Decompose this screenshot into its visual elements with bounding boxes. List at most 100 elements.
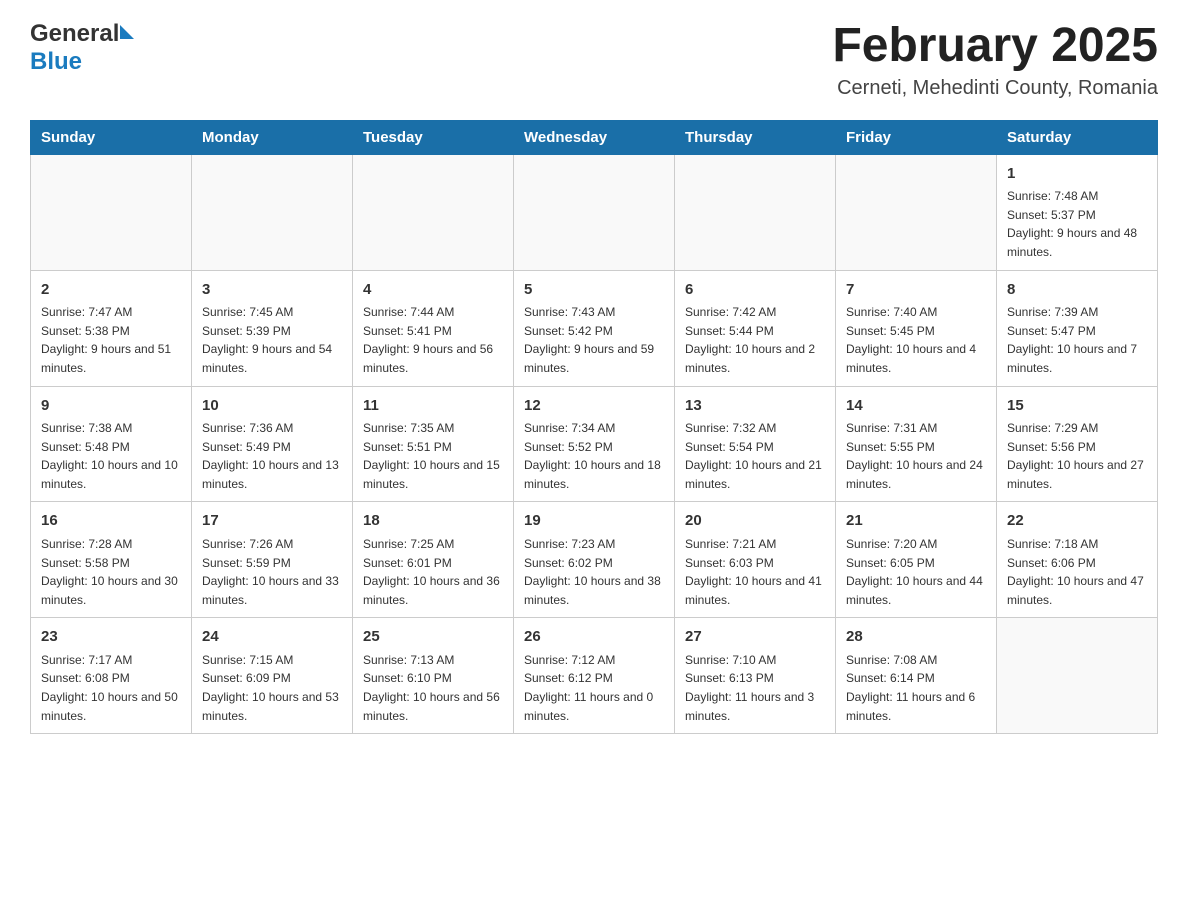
day-number: 28 bbox=[846, 626, 986, 649]
col-header-sunday: Sunday bbox=[31, 120, 192, 154]
day-info: Sunrise: 7:40 AM Sunset: 5:45 PM Dayligh… bbox=[846, 303, 986, 377]
calendar-cell-w5-d3: 25Sunrise: 7:13 AM Sunset: 6:10 PM Dayli… bbox=[353, 618, 514, 734]
day-info: Sunrise: 7:39 AM Sunset: 5:47 PM Dayligh… bbox=[1007, 303, 1147, 377]
calendar-week-3: 9Sunrise: 7:38 AM Sunset: 5:48 PM Daylig… bbox=[31, 386, 1158, 502]
calendar-cell-w3-d1: 9Sunrise: 7:38 AM Sunset: 5:48 PM Daylig… bbox=[31, 386, 192, 502]
day-info: Sunrise: 7:26 AM Sunset: 5:59 PM Dayligh… bbox=[202, 535, 342, 609]
day-info: Sunrise: 7:17 AM Sunset: 6:08 PM Dayligh… bbox=[41, 651, 181, 725]
calendar-cell-w4-d4: 19Sunrise: 7:23 AM Sunset: 6:02 PM Dayli… bbox=[514, 502, 675, 618]
col-header-friday: Friday bbox=[836, 120, 997, 154]
day-info: Sunrise: 7:43 AM Sunset: 5:42 PM Dayligh… bbox=[524, 303, 664, 377]
day-info: Sunrise: 7:35 AM Sunset: 5:51 PM Dayligh… bbox=[363, 419, 503, 493]
day-number: 1 bbox=[1007, 163, 1147, 186]
calendar-cell-w5-d1: 23Sunrise: 7:17 AM Sunset: 6:08 PM Dayli… bbox=[31, 618, 192, 734]
day-number: 18 bbox=[363, 510, 503, 533]
calendar-cell-w2-d1: 2Sunrise: 7:47 AM Sunset: 5:38 PM Daylig… bbox=[31, 270, 192, 386]
logo: General Blue bbox=[30, 20, 134, 76]
calendar-cell-w5-d4: 26Sunrise: 7:12 AM Sunset: 6:12 PM Dayli… bbox=[514, 618, 675, 734]
col-header-saturday: Saturday bbox=[997, 120, 1158, 154]
calendar-cell-w3-d5: 13Sunrise: 7:32 AM Sunset: 5:54 PM Dayli… bbox=[675, 386, 836, 502]
day-number: 11 bbox=[363, 395, 503, 418]
calendar-cell-w1-d1 bbox=[31, 154, 192, 270]
day-number: 27 bbox=[685, 626, 825, 649]
day-info: Sunrise: 7:28 AM Sunset: 5:58 PM Dayligh… bbox=[41, 535, 181, 609]
day-info: Sunrise: 7:21 AM Sunset: 6:03 PM Dayligh… bbox=[685, 535, 825, 609]
day-info: Sunrise: 7:36 AM Sunset: 5:49 PM Dayligh… bbox=[202, 419, 342, 493]
month-title: February 2025 bbox=[832, 20, 1158, 73]
calendar-cell-w2-d6: 7Sunrise: 7:40 AM Sunset: 5:45 PM Daylig… bbox=[836, 270, 997, 386]
day-info: Sunrise: 7:45 AM Sunset: 5:39 PM Dayligh… bbox=[202, 303, 342, 377]
day-number: 23 bbox=[41, 626, 181, 649]
calendar-cell-w2-d7: 8Sunrise: 7:39 AM Sunset: 5:47 PM Daylig… bbox=[997, 270, 1158, 386]
day-number: 25 bbox=[363, 626, 503, 649]
calendar-cell-w3-d7: 15Sunrise: 7:29 AM Sunset: 5:56 PM Dayli… bbox=[997, 386, 1158, 502]
calendar-cell-w2-d4: 5Sunrise: 7:43 AM Sunset: 5:42 PM Daylig… bbox=[514, 270, 675, 386]
day-number: 12 bbox=[524, 395, 664, 418]
calendar-cell-w4-d1: 16Sunrise: 7:28 AM Sunset: 5:58 PM Dayli… bbox=[31, 502, 192, 618]
day-info: Sunrise: 7:47 AM Sunset: 5:38 PM Dayligh… bbox=[41, 303, 181, 377]
day-info: Sunrise: 7:42 AM Sunset: 5:44 PM Dayligh… bbox=[685, 303, 825, 377]
calendar-week-4: 16Sunrise: 7:28 AM Sunset: 5:58 PM Dayli… bbox=[31, 502, 1158, 618]
calendar-cell-w3-d6: 14Sunrise: 7:31 AM Sunset: 5:55 PM Dayli… bbox=[836, 386, 997, 502]
day-number: 15 bbox=[1007, 395, 1147, 418]
calendar-cell-w1-d3 bbox=[353, 154, 514, 270]
day-number: 5 bbox=[524, 279, 664, 302]
day-number: 14 bbox=[846, 395, 986, 418]
day-number: 10 bbox=[202, 395, 342, 418]
day-info: Sunrise: 7:31 AM Sunset: 5:55 PM Dayligh… bbox=[846, 419, 986, 493]
calendar-cell-w2-d5: 6Sunrise: 7:42 AM Sunset: 5:44 PM Daylig… bbox=[675, 270, 836, 386]
col-header-thursday: Thursday bbox=[675, 120, 836, 154]
day-info: Sunrise: 7:08 AM Sunset: 6:14 PM Dayligh… bbox=[846, 651, 986, 725]
day-info: Sunrise: 7:20 AM Sunset: 6:05 PM Dayligh… bbox=[846, 535, 986, 609]
day-number: 26 bbox=[524, 626, 664, 649]
calendar-cell-w4-d5: 20Sunrise: 7:21 AM Sunset: 6:03 PM Dayli… bbox=[675, 502, 836, 618]
day-number: 13 bbox=[685, 395, 825, 418]
day-info: Sunrise: 7:15 AM Sunset: 6:09 PM Dayligh… bbox=[202, 651, 342, 725]
page-header: General Blue February 2025 Cerneti, Mehe… bbox=[30, 20, 1158, 100]
day-number: 9 bbox=[41, 395, 181, 418]
calendar-cell-w5-d5: 27Sunrise: 7:10 AM Sunset: 6:13 PM Dayli… bbox=[675, 618, 836, 734]
day-number: 6 bbox=[685, 279, 825, 302]
day-info: Sunrise: 7:34 AM Sunset: 5:52 PM Dayligh… bbox=[524, 419, 664, 493]
calendar-cell-w1-d4 bbox=[514, 154, 675, 270]
calendar-cell-w2-d2: 3Sunrise: 7:45 AM Sunset: 5:39 PM Daylig… bbox=[192, 270, 353, 386]
day-number: 8 bbox=[1007, 279, 1147, 302]
calendar-cell-w2-d3: 4Sunrise: 7:44 AM Sunset: 5:41 PM Daylig… bbox=[353, 270, 514, 386]
calendar-week-5: 23Sunrise: 7:17 AM Sunset: 6:08 PM Dayli… bbox=[31, 618, 1158, 734]
calendar-cell-w5-d7 bbox=[997, 618, 1158, 734]
day-number: 4 bbox=[363, 279, 503, 302]
day-number: 20 bbox=[685, 510, 825, 533]
col-header-monday: Monday bbox=[192, 120, 353, 154]
calendar-cell-w4-d3: 18Sunrise: 7:25 AM Sunset: 6:01 PM Dayli… bbox=[353, 502, 514, 618]
calendar-cell-w4-d7: 22Sunrise: 7:18 AM Sunset: 6:06 PM Dayli… bbox=[997, 502, 1158, 618]
col-header-wednesday: Wednesday bbox=[514, 120, 675, 154]
day-info: Sunrise: 7:48 AM Sunset: 5:37 PM Dayligh… bbox=[1007, 187, 1147, 261]
calendar-table: Sunday Monday Tuesday Wednesday Thursday… bbox=[30, 120, 1158, 734]
day-number: 19 bbox=[524, 510, 664, 533]
calendar-header-row: Sunday Monday Tuesday Wednesday Thursday… bbox=[31, 120, 1158, 154]
day-number: 7 bbox=[846, 279, 986, 302]
logo-blue-text: Blue bbox=[30, 48, 82, 76]
location-subtitle: Cerneti, Mehedinti County, Romania bbox=[832, 77, 1158, 100]
calendar-cell-w3-d3: 11Sunrise: 7:35 AM Sunset: 5:51 PM Dayli… bbox=[353, 386, 514, 502]
day-number: 2 bbox=[41, 279, 181, 302]
day-info: Sunrise: 7:38 AM Sunset: 5:48 PM Dayligh… bbox=[41, 419, 181, 493]
day-number: 16 bbox=[41, 510, 181, 533]
calendar-cell-w1-d5 bbox=[675, 154, 836, 270]
day-info: Sunrise: 7:18 AM Sunset: 6:06 PM Dayligh… bbox=[1007, 535, 1147, 609]
calendar-cell-w3-d4: 12Sunrise: 7:34 AM Sunset: 5:52 PM Dayli… bbox=[514, 386, 675, 502]
calendar-cell-w4-d6: 21Sunrise: 7:20 AM Sunset: 6:05 PM Dayli… bbox=[836, 502, 997, 618]
day-number: 21 bbox=[846, 510, 986, 533]
day-info: Sunrise: 7:10 AM Sunset: 6:13 PM Dayligh… bbox=[685, 651, 825, 725]
calendar-cell-w3-d2: 10Sunrise: 7:36 AM Sunset: 5:49 PM Dayli… bbox=[192, 386, 353, 502]
day-info: Sunrise: 7:13 AM Sunset: 6:10 PM Dayligh… bbox=[363, 651, 503, 725]
col-header-tuesday: Tuesday bbox=[353, 120, 514, 154]
day-info: Sunrise: 7:12 AM Sunset: 6:12 PM Dayligh… bbox=[524, 651, 664, 725]
logo-general-text: General bbox=[30, 20, 119, 48]
logo-arrow-icon bbox=[120, 25, 134, 39]
calendar-cell-w1-d2 bbox=[192, 154, 353, 270]
day-number: 3 bbox=[202, 279, 342, 302]
calendar-cell-w5-d6: 28Sunrise: 7:08 AM Sunset: 6:14 PM Dayli… bbox=[836, 618, 997, 734]
calendar-week-1: 1Sunrise: 7:48 AM Sunset: 5:37 PM Daylig… bbox=[31, 154, 1158, 270]
day-info: Sunrise: 7:25 AM Sunset: 6:01 PM Dayligh… bbox=[363, 535, 503, 609]
